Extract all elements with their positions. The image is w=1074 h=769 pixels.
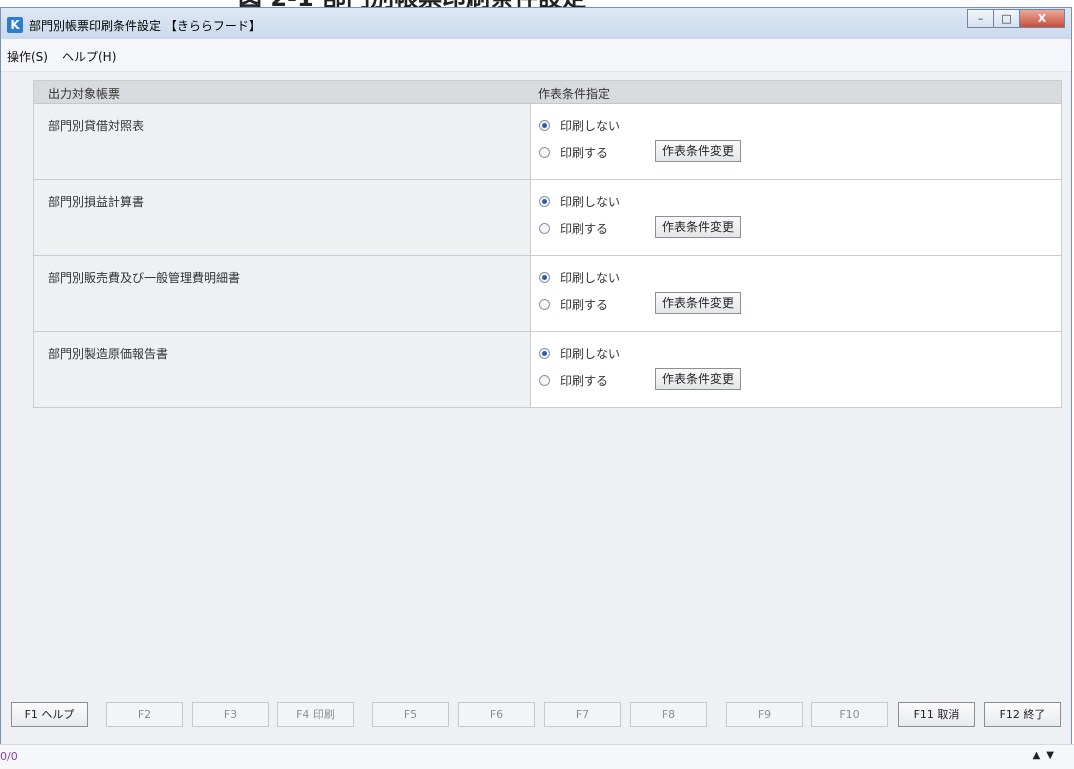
- condition-cell: 印刷しない 印刷する 作表条件変更: [530, 180, 1061, 255]
- table-row: 部門別製造原価報告書 印刷しない 印刷する 作表条件変更: [34, 332, 1061, 407]
- radio-no-print[interactable]: 印刷しない: [539, 269, 620, 286]
- maximize-button[interactable]: □: [993, 9, 1020, 28]
- table-row: 部門別販売費及び一般管理費明細書 印刷しない 印刷する 作表条件変更: [34, 256, 1061, 332]
- report-name: 部門別貸借対照表: [48, 119, 145, 133]
- radio-print[interactable]: 印刷する: [539, 372, 608, 389]
- title-bar: K 部門別帳票印刷条件設定 【きららフード】 – □ X: [1, 8, 1071, 40]
- report-name: 部門別損益計算書: [48, 195, 145, 209]
- change-condition-button[interactable]: 作表条件変更: [655, 140, 742, 162]
- radio-unchecked-icon[interactable]: [539, 223, 550, 234]
- f6-button[interactable]: F6: [458, 702, 535, 727]
- radio-checked-icon[interactable]: [539, 348, 550, 359]
- radio-checked-icon[interactable]: [539, 272, 550, 283]
- menu-help[interactable]: ヘルプ(H): [62, 48, 116, 65]
- f11-cancel-button[interactable]: F11 取消: [898, 702, 975, 727]
- radio-print[interactable]: 印刷する: [539, 144, 608, 161]
- report-condition-table: 出力対象帳票 作表条件指定 部門別貸借対照表 印刷しない 印刷する 作表条件変更…: [33, 80, 1062, 408]
- radio-label: 印刷しない: [560, 271, 621, 285]
- f12-exit-button[interactable]: F12 終了: [984, 702, 1061, 727]
- status-bar: 0/0 ▲▼: [0, 744, 1074, 769]
- table-header: 出力対象帳票 作表条件指定: [34, 81, 1061, 104]
- menu-bar: 操作(S) ヘルプ(H): [1, 39, 1071, 72]
- f9-button[interactable]: F9: [726, 702, 803, 727]
- f2-button[interactable]: F2: [106, 702, 183, 727]
- radio-no-print[interactable]: 印刷しない: [539, 117, 620, 134]
- change-condition-button[interactable]: 作表条件変更: [655, 292, 742, 314]
- radio-print[interactable]: 印刷する: [539, 296, 608, 313]
- radio-checked-icon[interactable]: [539, 120, 550, 131]
- f7-button[interactable]: F7: [544, 702, 621, 727]
- radio-label: 印刷する: [560, 374, 609, 388]
- condition-cell: 印刷しない 印刷する 作表条件変更: [530, 256, 1061, 331]
- radio-label: 印刷しない: [560, 119, 621, 133]
- f4-print-button[interactable]: F4 印刷: [277, 702, 354, 727]
- header-target-report: 出力対象帳票: [48, 87, 121, 101]
- f3-button[interactable]: F3: [192, 702, 269, 727]
- radio-label: 印刷する: [560, 146, 609, 160]
- f10-button[interactable]: F10: [811, 702, 888, 727]
- condition-cell: 印刷しない 印刷する 作表条件変更: [530, 104, 1061, 179]
- radio-print[interactable]: 印刷する: [539, 220, 608, 237]
- change-condition-button[interactable]: 作表条件変更: [655, 216, 742, 238]
- radio-label: 印刷する: [560, 298, 609, 312]
- app-icon: K: [7, 17, 23, 33]
- table-row: 部門別損益計算書 印刷しない 印刷する 作表条件変更: [34, 180, 1061, 256]
- record-count: 0/0: [0, 750, 18, 763]
- radio-label: 印刷しない: [560, 347, 621, 361]
- radio-label: 印刷しない: [560, 195, 621, 209]
- f8-button[interactable]: F8: [630, 702, 707, 727]
- radio-no-print[interactable]: 印刷しない: [539, 345, 620, 362]
- radio-unchecked-icon[interactable]: [539, 299, 550, 310]
- radio-label: 印刷する: [560, 222, 609, 236]
- f1-help-button[interactable]: F1 ヘルプ: [11, 702, 88, 727]
- menu-operation[interactable]: 操作(S): [7, 48, 48, 65]
- close-button[interactable]: X: [1019, 9, 1065, 28]
- report-name: 部門別製造原価報告書: [48, 347, 169, 361]
- function-key-bar: F1 ヘルプ F2 F3 F4 印刷 F5 F6 F7 F8 F9 F10 F1…: [0, 699, 1074, 731]
- radio-checked-icon[interactable]: [539, 196, 550, 207]
- condition-cell: 印刷しない 印刷する 作表条件変更: [530, 332, 1061, 407]
- minimize-button[interactable]: –: [967, 9, 994, 28]
- f5-button[interactable]: F5: [372, 702, 449, 727]
- radio-unchecked-icon[interactable]: [539, 375, 550, 386]
- table-row: 部門別貸借対照表 印刷しない 印刷する 作表条件変更: [34, 104, 1061, 180]
- radio-unchecked-icon[interactable]: [539, 147, 550, 158]
- window-title: 部門別帳票印刷条件設定 【きららフード】: [29, 19, 261, 33]
- header-condition: 作表条件指定: [538, 87, 611, 101]
- report-name: 部門別販売費及び一般管理費明細書: [48, 271, 241, 285]
- change-condition-button[interactable]: 作表条件変更: [655, 368, 742, 390]
- radio-no-print[interactable]: 印刷しない: [539, 193, 620, 210]
- window-controls: – □ X: [967, 9, 1065, 28]
- scroll-arrows-icon[interactable]: ▲▼: [1033, 750, 1060, 761]
